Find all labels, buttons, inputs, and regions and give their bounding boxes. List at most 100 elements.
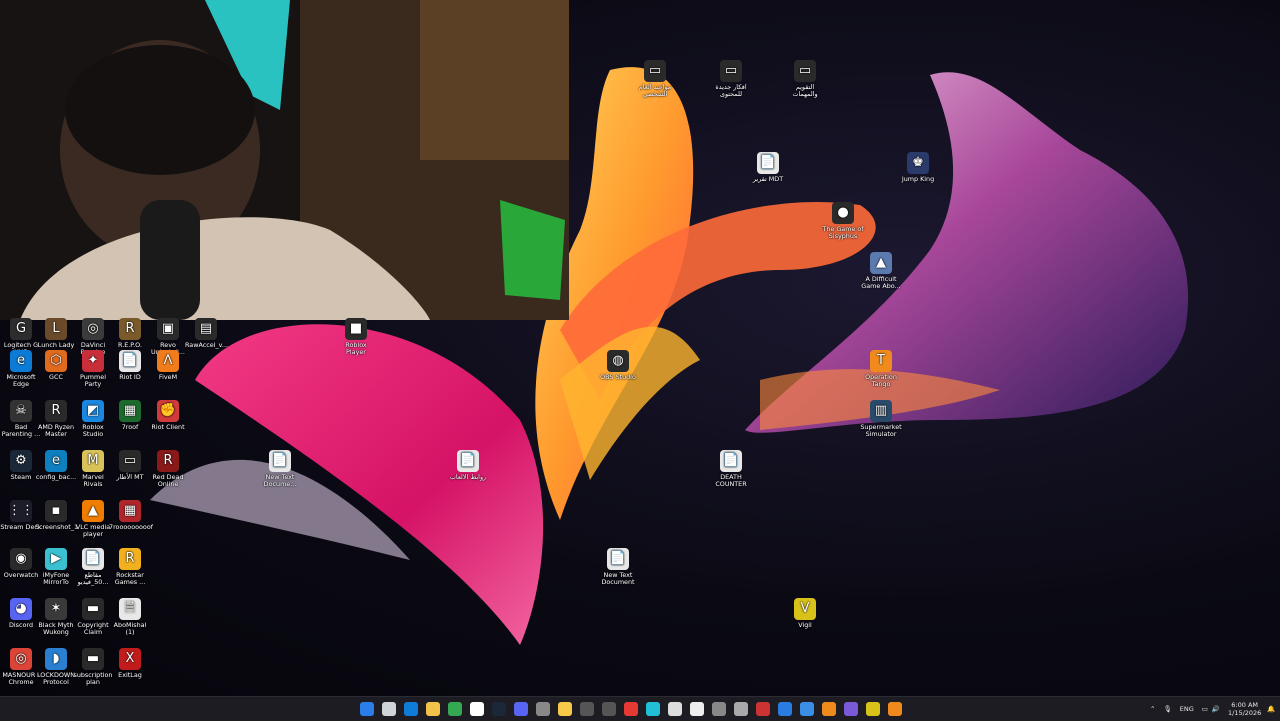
tango-icon[interactable] <box>822 702 836 716</box>
desktop-icon[interactable]: ▦ 7rooooooooof <box>109 500 153 531</box>
app-icon: 📄 <box>119 350 141 372</box>
desktop-icon[interactable]: ▥ Supermarket Simulator <box>860 400 902 439</box>
desktop-icon[interactable]: ▤ RawAccel_v... <box>185 318 228 349</box>
desktop-icon[interactable]: ▲ VLC media player <box>72 500 114 539</box>
desktop-icon[interactable]: ♚ Jump King <box>897 152 939 183</box>
desktop-icon-label: 7rooooooooof <box>109 523 153 531</box>
steam-icon[interactable] <box>492 702 506 716</box>
app-icon: R <box>157 450 179 472</box>
app-icon: ⚙ <box>10 450 32 472</box>
desktop-icon[interactable]: L Lunch Lady <box>35 318 77 349</box>
desktop-icon-label: افكار جديدة للمحتوى <box>715 83 747 99</box>
desktop-icon[interactable]: ⬡ GCC <box>35 350 77 381</box>
app-icon: 📄 <box>720 450 742 472</box>
youtube-icon[interactable] <box>624 702 638 716</box>
app-icon: ✊ <box>157 400 179 422</box>
desktop-icon[interactable]: 📄 روابط الالعاب <box>447 450 489 481</box>
vigil-icon[interactable] <box>866 702 880 716</box>
desktop-icon[interactable]: ▬ Copyright Claim <box>72 598 114 637</box>
notepad-icon[interactable] <box>800 702 814 716</box>
desktop-icon[interactable]: 📄 تقرير MDT <box>747 152 789 183</box>
desktop-icon[interactable]: ᐱ FiveM <box>147 350 189 381</box>
file-explorer-icon[interactable] <box>426 702 440 716</box>
microphone-icon[interactable]: 🎙 <box>1163 705 1171 713</box>
desktop-icon[interactable]: ▪ Screenshot_1 <box>35 500 78 531</box>
desktop-icon[interactable]: ◩ Roblox Studio <box>72 400 114 439</box>
edge-icon[interactable] <box>404 702 418 716</box>
desktop-icon-label: Riot Client <box>151 423 185 431</box>
desktop-icon[interactable]: ▬ subscription plan <box>72 648 114 687</box>
terminal-icon[interactable] <box>602 702 616 716</box>
desktop-icon-label: روابط الالعاب <box>449 473 487 481</box>
desktop-icon-label: Black Myth Wukong <box>38 621 74 637</box>
desktop-icon-label: Red Dead Online <box>152 473 184 489</box>
app-icon: ◎ <box>82 318 104 340</box>
app-icon: ▭ <box>119 450 141 472</box>
desktop-icon[interactable]: e config_bac... <box>35 450 77 481</box>
desktop-icon[interactable]: 📄 Riot ID <box>109 350 151 381</box>
start-icon[interactable] <box>360 702 374 716</box>
desktop-icon[interactable]: X ExitLag <box>109 648 151 679</box>
app-icon[interactable] <box>536 702 550 716</box>
desktop-icon[interactable]: ▶ iMyFone MirrorTo <box>35 548 77 587</box>
language-indicator[interactable]: ENG <box>1180 705 1194 713</box>
notes-icon[interactable] <box>558 702 572 716</box>
obs-icon[interactable] <box>580 702 594 716</box>
discord-icon[interactable] <box>514 702 528 716</box>
app-icon-3[interactable] <box>756 702 770 716</box>
desktop-icon[interactable]: R Rockstar Games ... <box>109 548 151 587</box>
desktop-icon[interactable]: M Marvel Rivals <box>72 450 114 489</box>
desktop-icon[interactable]: R R.E.P.O. <box>109 318 151 349</box>
desktop-icon[interactable]: 📄 New Text Docume... <box>259 450 301 489</box>
photos-icon[interactable] <box>646 702 660 716</box>
app-icon-4[interactable] <box>844 702 858 716</box>
desktop-icon[interactable]: 📄 DEATH COUNTER <box>710 450 752 489</box>
app-icon: R <box>119 548 141 570</box>
desktop-icon[interactable]: ◗ LOCKDOWN Protocol <box>35 648 77 687</box>
app-icon: G <box>10 318 32 340</box>
desktop-icon[interactable]: ◍ OBS Studio <box>597 350 639 381</box>
desktop-icon[interactable]: R Red Dead Online <box>147 450 189 489</box>
desktop-icon-label: AMD Ryzen Master <box>37 423 75 439</box>
app-icon: 📄 <box>82 548 104 570</box>
app-icon: 📄 <box>607 548 629 570</box>
esc-icon[interactable] <box>734 702 748 716</box>
desktop-icon-label: Pummel Party <box>80 373 106 389</box>
desktop-icon-label: A Difficult Game Abo... <box>861 275 901 291</box>
search-icon[interactable] <box>382 702 396 716</box>
desktop-icon[interactable]: ▦ 7roof <box>109 400 151 431</box>
chrome-icon[interactable] <box>448 702 462 716</box>
desktop-icon[interactable]: ▭ مواعيد العام الشخصي <box>634 60 676 99</box>
desktop-icon[interactable]: ✶ Black Myth Wukong <box>35 598 77 637</box>
desktop-icon[interactable]: ● The Game of Sisyphus <box>822 202 864 241</box>
network-icon[interactable]: ▭ <box>1202 705 1208 713</box>
desktop-icon[interactable]: 📄 مقاطع 50_فيديو... <box>72 548 114 587</box>
app-icon: 🗎 <box>119 598 141 620</box>
desktop-icon[interactable]: ▲ A Difficult Game Abo... <box>860 252 902 291</box>
chevron-up-icon[interactable]: ⌃ <box>1150 705 1155 713</box>
desktop-icon-label: subscription plan <box>73 671 113 687</box>
desktop-icon[interactable]: 📄 New Text Document <box>597 548 639 587</box>
desktop-icon[interactable]: R AMD Ryzen Master <box>35 400 77 439</box>
desktop-icon[interactable]: ▭ التقويم والمهمات <box>784 60 826 99</box>
desktop-icon[interactable]: ✦ Pummel Party <box>72 350 114 389</box>
capcut-icon[interactable] <box>470 702 484 716</box>
bell-icon[interactable]: 🔔 <box>1267 705 1275 713</box>
app-icon: 📄 <box>457 450 479 472</box>
desktop-icon[interactable]: ✊ Riot Client <box>147 400 189 431</box>
settings-icon[interactable] <box>778 702 792 716</box>
app-icon-5[interactable] <box>888 702 902 716</box>
volume-icon[interactable]: 🔊 <box>1212 705 1220 713</box>
desktop-icon[interactable]: ■ Roblox Player <box>335 318 377 357</box>
desktop-icon[interactable]: T Operation Tango <box>860 350 902 389</box>
clock[interactable]: 6:00 AM 1/15/2026 <box>1228 701 1261 717</box>
app-icon-2[interactable] <box>712 702 726 716</box>
desktop-icon-label: Marvel Rivals <box>82 473 104 489</box>
battlefield-icon[interactable] <box>690 702 704 716</box>
app-icon: ⬡ <box>45 350 67 372</box>
desktop-icon[interactable]: V Vigil <box>784 598 826 629</box>
desktop-icon[interactable]: ▭ الأطار MT <box>109 450 151 481</box>
desktop-icon[interactable]: 🗎 AboMishal (1) <box>109 598 151 637</box>
chatgpt-icon[interactable] <box>668 702 682 716</box>
desktop-icon[interactable]: ▭ افكار جديدة للمحتوى <box>710 60 752 99</box>
